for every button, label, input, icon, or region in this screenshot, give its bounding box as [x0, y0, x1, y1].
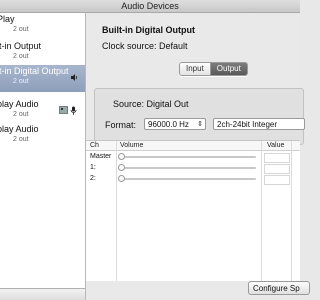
col-header-value: Value: [267, 142, 285, 149]
device-name: play Audio: [0, 99, 39, 109]
device-io: 2 out: [13, 53, 29, 60]
volume-slider[interactable]: [118, 164, 256, 171]
device-item-2[interactable]: lt-in Output 2 out: [0, 40, 85, 67]
device-name: play Audio: [0, 124, 39, 134]
microphone-icon: [70, 106, 77, 118]
source-label: Source: Digital Out: [113, 99, 189, 109]
volume-slider[interactable]: [118, 153, 256, 160]
device-io: 2 out: [13, 136, 29, 143]
device-io: 2 out: [13, 26, 29, 33]
table-row: 1:: [86, 163, 300, 174]
title-bar: Audio Devices: [0, 0, 300, 13]
volume-slider[interactable]: [118, 175, 256, 182]
output-panel: Source: Digital Out Format: 96000.0 Hz ⇕…: [94, 88, 305, 145]
device-io: 2 out: [13, 78, 29, 85]
tab-output[interactable]: Output: [209, 63, 247, 75]
sample-rate-select[interactable]: 96000.0 Hz ⇕: [144, 118, 206, 130]
channel-label: 1:: [90, 164, 96, 171]
col-header-ch: Ch: [90, 142, 99, 149]
column-divider: [261, 141, 262, 281]
device-name: lt-in Output: [0, 41, 42, 51]
finder-icon: [59, 106, 68, 116]
bit-format-select[interactable]: 2ch-24bit Integer: [213, 118, 305, 130]
device-name: Play: [0, 14, 15, 24]
value-field[interactable]: [264, 153, 290, 163]
tab-input[interactable]: Input: [180, 63, 210, 75]
device-item-1[interactable]: Play 2 out: [0, 13, 85, 40]
device-item-5[interactable]: play Audio 2 out: [0, 123, 85, 150]
sample-rate-value: 96000.0 Hz: [148, 120, 189, 129]
format-label: Format:: [105, 120, 137, 130]
device-detail: Built-in Digital Output Clock source: De…: [86, 13, 310, 300]
channel-label: 2:: [90, 175, 96, 182]
volume-table: Ch Volume Value Master 1: 2:: [86, 140, 300, 281]
column-divider: [291, 141, 292, 281]
col-header-volume: Volume: [120, 142, 144, 149]
channel-label: Master: [90, 153, 112, 160]
device-item-4[interactable]: play Audio 2 out: [0, 98, 85, 125]
configure-speakers-button[interactable]: Configure Sp: [248, 281, 310, 295]
window-title: Audio Devices: [121, 1, 179, 11]
bit-format-value: 2ch-24bit Integer: [217, 120, 278, 129]
sidebar-toolbar: [0, 288, 85, 300]
device-list: Play 2 out lt-in Output 2 out lt-in Digi…: [0, 13, 86, 300]
device-name: lt-in Digital Output: [0, 66, 69, 76]
table-row: 2:: [86, 174, 300, 185]
value-field[interactable]: [264, 175, 290, 185]
device-title: Built-in Digital Output: [102, 25, 195, 35]
slider-knob[interactable]: [118, 175, 125, 182]
device-item-3[interactable]: lt-in Digital Output 2 out: [0, 65, 85, 92]
table-header: Ch Volume Value: [86, 141, 300, 151]
slider-knob[interactable]: [118, 153, 125, 160]
io-tabs: Input Output: [179, 62, 248, 76]
table-row: Master: [86, 152, 300, 163]
value-field[interactable]: [264, 164, 290, 174]
clock-source: Clock source: Default: [102, 41, 188, 51]
device-io: 2 out: [13, 111, 29, 118]
speaker-icon: [70, 73, 79, 84]
chevron-updown-icon: ⇕: [197, 121, 203, 128]
slider-knob[interactable]: [118, 164, 125, 171]
column-divider: [116, 141, 117, 281]
